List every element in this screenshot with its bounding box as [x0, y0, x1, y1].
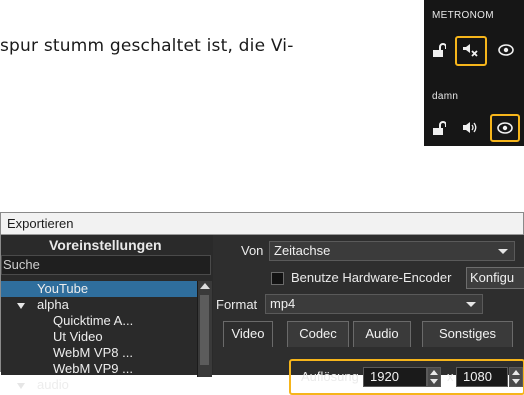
speaker-on-icon[interactable]	[462, 121, 480, 135]
format-select[interactable]: mp4	[265, 294, 483, 314]
preset-item-webm-vp9[interactable]: WebM VP9 ...	[1, 361, 197, 377]
preset-item-utvideo[interactable]: Ut Video	[1, 329, 197, 345]
eye-icon[interactable]	[498, 44, 514, 56]
track-name-metronom: METRONOM	[432, 10, 494, 21]
configure-button[interactable]: Konfigu	[466, 267, 524, 289]
export-dialog: Exportieren Voreinstellungen Suche YouTu…	[0, 212, 524, 395]
preset-tree: YouTube alpha Quicktime A... Ut Video We…	[1, 281, 197, 393]
chevron-down-icon	[466, 302, 476, 307]
chevron-down-icon	[498, 249, 508, 254]
from-label: Von	[241, 243, 264, 258]
unlock-icon[interactable]	[432, 42, 446, 58]
preset-item-youtube[interactable]: YouTube	[1, 281, 197, 297]
tab-audio[interactable]: Audio	[353, 321, 411, 347]
resolution-highlight-box	[289, 359, 524, 395]
mute-highlight-box	[455, 36, 487, 66]
hardware-encoder-label: Benutze Hardware-Encoder	[291, 270, 452, 285]
from-select[interactable]: Zeitachse	[269, 241, 515, 261]
track-name-damn: damn	[432, 91, 459, 102]
scroll-thumb[interactable]	[200, 295, 209, 365]
expand-arrow-icon[interactable]	[17, 383, 25, 389]
preset-item-webm-vp8[interactable]: WebM VP8 ...	[1, 345, 197, 361]
track-headers-panel: METRONOM damn	[424, 0, 524, 146]
dialog-title: Exportieren	[1, 213, 523, 235]
format-label: Format	[216, 297, 258, 312]
export-settings-panel: Von Zeitachse Benutze Hardware-Encoder K…	[213, 235, 524, 395]
hardware-encoder-checkbox[interactable]	[271, 272, 284, 285]
unlock-icon[interactable]	[432, 120, 446, 136]
preset-search-input[interactable]: Suche	[1, 255, 211, 275]
scroll-up-icon[interactable]	[200, 283, 210, 289]
tab-codec[interactable]: Codec	[287, 321, 349, 347]
presets-header: Voreinstellungen	[49, 237, 162, 253]
preset-scrollbar[interactable]	[197, 281, 212, 377]
document-text: spur stumm geschaltet ist, die Vi-	[0, 36, 294, 56]
visibility-highlight-box	[490, 114, 520, 142]
presets-panel: Voreinstellungen Suche YouTube alpha Qui…	[1, 235, 213, 392]
expand-arrow-icon[interactable]	[17, 303, 25, 309]
preset-group-alpha[interactable]: alpha	[1, 297, 197, 313]
preset-item-quicktime[interactable]: Quicktime A...	[1, 313, 197, 329]
tab-sonstiges[interactable]: Sonstiges	[422, 321, 513, 347]
preset-group-audio[interactable]: audio	[1, 377, 197, 393]
tab-video[interactable]: Video	[223, 321, 273, 347]
